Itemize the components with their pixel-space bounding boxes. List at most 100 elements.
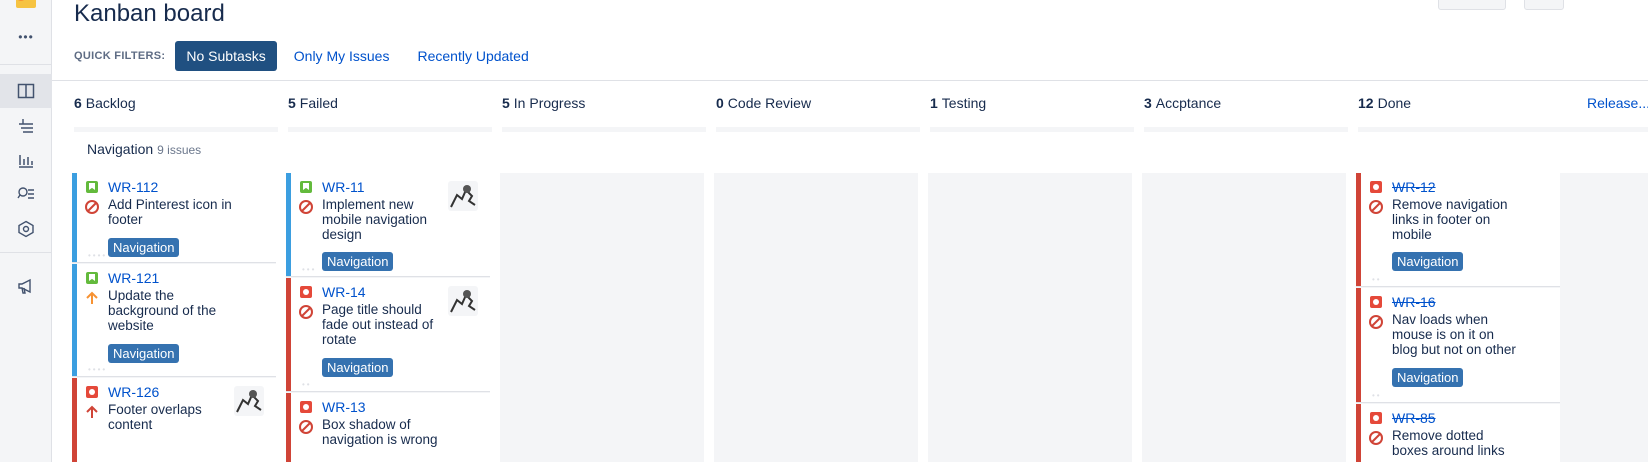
issue-key[interactable]: WR-112: [108, 179, 158, 195]
column-divider: [716, 127, 920, 132]
issue-card[interactable]: WR-11 Implement new mobile navigation de…: [286, 173, 490, 277]
grabber-dots: ••••: [88, 365, 108, 374]
bug-icon: [300, 286, 312, 298]
swimlane-name: Navigation: [87, 141, 154, 157]
swimlane-count: 9 issues: [157, 143, 202, 157]
backlog-icon[interactable]: [0, 108, 52, 142]
column-header-backlog: 6 Backlog: [74, 95, 136, 111]
header-divider: [52, 80, 1648, 81]
board-menu-button[interactable]: [1524, 0, 1564, 10]
issue-key[interactable]: WR-85: [1392, 410, 1436, 426]
column-failed: WR-11 Implement new mobile navigation de…: [286, 173, 490, 462]
issue-key[interactable]: WR-121: [108, 270, 159, 286]
issue-card[interactable]: WR-12 Remove navigation links in footer …: [1356, 173, 1560, 287]
issue-summary: Box shadow of navigation is wrong: [322, 417, 438, 447]
epic-label: Navigation: [322, 252, 394, 271]
page-title: Kanban board: [74, 0, 225, 27]
grabber-dots: •••: [302, 265, 317, 274]
column-testing: [928, 173, 1132, 462]
bug-icon: [86, 386, 98, 398]
board-main: Kanban board QUICK FILTERS: No Subtasks …: [52, 0, 1648, 462]
major-priority-icon: [86, 291, 98, 304]
blocker-priority-icon: [1369, 315, 1383, 329]
reports-icon[interactable]: [0, 143, 52, 177]
issue-summary: Update the background of the website: [108, 288, 217, 333]
more-icon[interactable]: •••: [0, 20, 52, 54]
epic-label: Navigation: [1392, 368, 1464, 387]
issue-summary: Remove navigation links in footer on mob…: [1392, 197, 1508, 242]
issue-key[interactable]: WR-14: [322, 284, 366, 300]
issue-card[interactable]: WR-126 Footer overlaps content: [72, 378, 276, 462]
column-divider: [930, 127, 1134, 132]
column-header-done: 12 Done Release...: [1358, 95, 1648, 111]
quick-filters-label: QUICK FILTERS:: [74, 50, 166, 62]
column-header-failed: 5 Failed: [288, 95, 338, 111]
issue-card[interactable]: WR-85 Remove dotted boxes around links: [1356, 404, 1560, 462]
bug-icon: [1370, 296, 1382, 308]
epic-label: Navigation: [108, 344, 180, 363]
blocker-priority-icon: [1369, 200, 1383, 214]
issue-card[interactable]: WR-121 Update the background of the webs…: [72, 264, 276, 377]
release-link[interactable]: Release...: [1587, 95, 1648, 111]
issue-card[interactable]: WR-14 Page title should fade out instead…: [286, 278, 490, 392]
issue-summary: Nav loads when mouse is on it on blog bu…: [1392, 312, 1516, 357]
board-button[interactable]: [1438, 0, 1506, 10]
issue-summary: Add Pinterest icon in footer: [108, 197, 232, 227]
story-icon: [300, 181, 312, 193]
assignee-avatar[interactable]: [448, 181, 478, 211]
quick-filter-no-subtasks[interactable]: No Subtasks: [175, 41, 277, 71]
column-divider: [502, 127, 706, 132]
grabber-dots: ••••: [88, 251, 108, 260]
bug-icon: [300, 401, 312, 413]
bug-icon: [1370, 181, 1382, 193]
column-divider: [1358, 127, 1648, 132]
blocker-priority-icon: [299, 200, 313, 214]
column-divider: [1144, 127, 1348, 132]
column-divider: [288, 127, 492, 132]
grabber-dots: ••: [1372, 275, 1382, 284]
issues-search-icon[interactable]: [0, 177, 52, 211]
story-icon: [86, 272, 98, 284]
column-divider: [74, 127, 278, 132]
column-header-acceptance: 3 Accptance: [1144, 95, 1222, 111]
column-header-code-review: 0 Code Review: [716, 95, 812, 111]
column-done: WR-12 Remove navigation links in footer …: [1356, 173, 1648, 462]
column-header-testing: 1 Testing: [930, 95, 987, 111]
issue-key[interactable]: WR-11: [322, 179, 365, 195]
issue-key[interactable]: WR-13: [322, 399, 366, 415]
components-icon[interactable]: [0, 212, 52, 246]
column-header-in-progress: 5 In Progress: [502, 95, 586, 111]
issue-card[interactable]: WR-16 Nav loads when mouse is on it on b…: [1356, 288, 1560, 403]
issue-key[interactable]: WR-16: [1392, 294, 1436, 310]
issue-summary: Implement new mobile navigation design: [322, 197, 428, 242]
quick-filter-recently-updated[interactable]: Recently Updated: [406, 41, 539, 71]
grabber-dots: ••: [1372, 391, 1382, 400]
project-avatar-icon[interactable]: [0, 0, 52, 20]
bug-icon: [1370, 412, 1382, 424]
issue-key[interactable]: WR-12: [1392, 179, 1436, 195]
swimlane-header[interactable]: Navigation 9 issues: [87, 141, 201, 157]
issue-key[interactable]: WR-126: [108, 384, 159, 400]
assignee-avatar[interactable]: [448, 286, 478, 316]
epic-label: Navigation: [1392, 252, 1464, 271]
blocker-priority-icon: [299, 420, 313, 434]
blocker-priority-icon: [299, 305, 313, 319]
issue-card[interactable]: WR-112 Add Pinterest icon in footer Navi…: [72, 173, 276, 263]
assignee-avatar[interactable]: [234, 386, 264, 416]
epic-label: Navigation: [322, 358, 394, 377]
feedback-icon[interactable]: [0, 269, 52, 303]
issue-summary: Page title should fade out instead of ro…: [322, 302, 434, 347]
grabber-dots: ••: [302, 380, 312, 389]
epic-label: Navigation: [108, 238, 180, 257]
blocker-priority-icon: [85, 200, 99, 214]
project-sidebar: •••: [0, 0, 52, 462]
quick-filter-only-my-issues[interactable]: Only My Issues: [283, 41, 401, 71]
issue-summary: Footer overlaps content: [108, 402, 202, 432]
quick-filters: QUICK FILTERS: No Subtasks Only My Issue…: [74, 41, 546, 71]
column-code-review: [714, 173, 918, 462]
issue-card[interactable]: WR-13 Box shadow of navigation is wrong: [286, 393, 490, 462]
story-icon: [86, 181, 98, 193]
blocker-priority-icon: [1369, 431, 1383, 445]
issue-summary: Remove dotted boxes around links: [1392, 428, 1505, 458]
board-icon[interactable]: [0, 74, 52, 108]
